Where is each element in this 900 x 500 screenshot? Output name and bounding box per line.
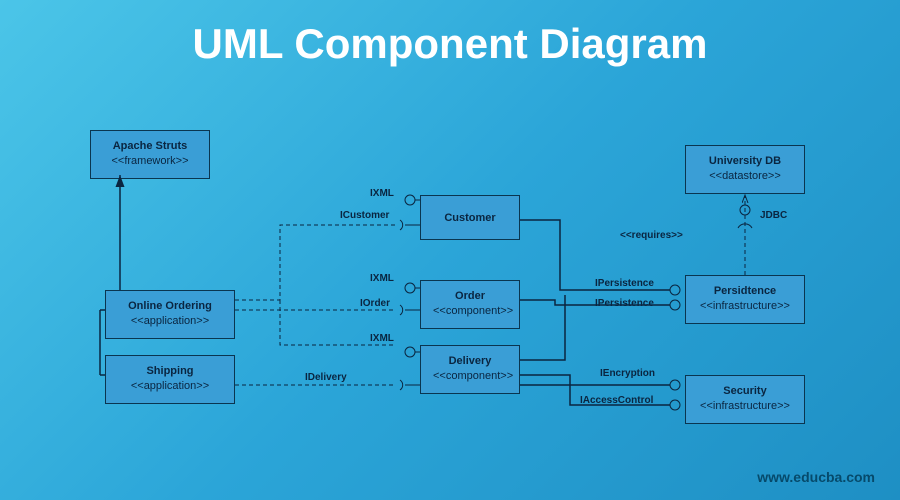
component-name: Apache Struts [103,139,197,154]
component-order: Order <<component>> [420,280,520,329]
label-ipersistence: IPersistence [595,278,654,289]
component-online: Online Ordering <<application>> [105,290,235,339]
component-name: Persidtence [698,284,792,299]
component-stereo: <<application>> [118,379,222,394]
component-customer: Customer [420,195,520,240]
page-title: UML Component Diagram [0,0,900,68]
label-ixml: IXML [370,188,394,199]
component-name: Order [433,289,507,304]
label-iorder: IOrder [360,298,390,309]
component-name: Security [698,384,792,399]
label-ixml: IXML [370,273,394,284]
component-shipping: Shipping <<application>> [105,355,235,404]
component-security: Security <<infrastructure>> [685,375,805,424]
component-name: Online Ordering [118,299,222,314]
component-name: Shipping [118,364,222,379]
component-stereo: <<application>> [118,314,222,329]
component-delivery: Delivery <<component>> [420,345,520,394]
connector-canvas [0,0,900,500]
label-iencryption: IEncryption [600,368,655,379]
component-stereo: <<infrastructure>> [698,299,792,314]
component-apache: Apache Struts <<framework>> [90,130,210,179]
label-iaccesscontrol: IAccessControl [580,395,653,406]
component-stereo: <<component>> [433,304,507,319]
component-name: Delivery [433,354,507,369]
label-icustomer: ICustomer [340,210,389,221]
component-stereo: <<datastore>> [698,169,792,184]
label-requires: <<requires>> [620,230,683,241]
component-name: University DB [698,154,792,169]
component-stereo: <<framework>> [103,154,197,169]
component-persistence: Persidtence <<infrastructure>> [685,275,805,324]
label-ixml: IXML [370,333,394,344]
label-ipersistence: IPersistence [595,298,654,309]
watermark: www.educba.com [757,469,875,485]
component-name: Customer [433,211,507,226]
component-university: University DB <<datastore>> [685,145,805,194]
label-jdbc: JDBC [760,210,787,221]
component-stereo: <<infrastructure>> [698,399,792,414]
component-stereo: <<component>> [433,369,507,384]
label-idelivery: IDelivery [305,372,347,383]
